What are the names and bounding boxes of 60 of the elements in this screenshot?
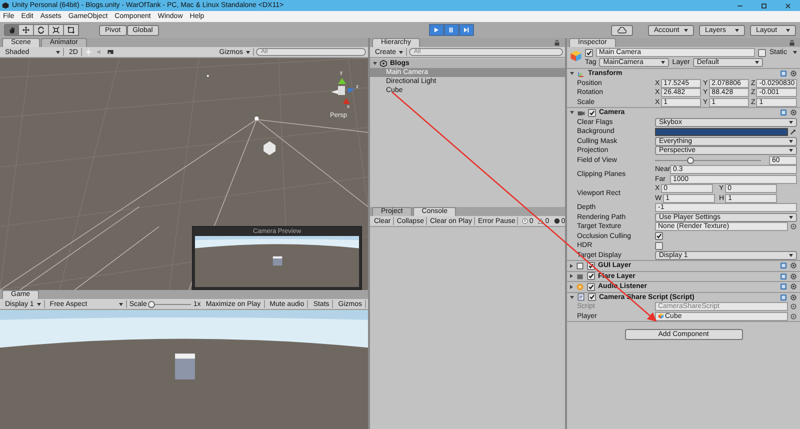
expand-arrow-icon[interactable] <box>570 111 574 114</box>
help-book-icon[interactable] <box>780 109 787 116</box>
checkbox[interactable] <box>758 48 766 56</box>
checkbox[interactable] <box>655 232 663 240</box>
eyedropper-icon[interactable] <box>790 128 797 136</box>
rect-icon <box>67 26 75 34</box>
cube-icon <box>570 50 582 62</box>
expand-arrow-icon[interactable] <box>570 274 573 278</box>
checkbox[interactable] <box>588 293 596 302</box>
scale-icon <box>52 26 60 34</box>
checkbox[interactable] <box>588 108 596 117</box>
move-tool-button[interactable] <box>19 24 34 36</box>
rect-tool-button[interactable] <box>64 24 79 36</box>
expand-arrow-icon[interactable] <box>570 264 573 268</box>
expand-arrow-icon[interactable] <box>373 62 377 65</box>
help-book-icon[interactable] <box>780 70 787 78</box>
script-icon <box>577 293 585 302</box>
close-icon[interactable] <box>784 2 792 10</box>
slider-thumb[interactable] <box>148 300 155 308</box>
warning-icon <box>538 218 544 224</box>
step-button[interactable] <box>458 24 474 36</box>
app-logo-icon <box>2 2 9 9</box>
error-icon <box>554 218 560 224</box>
rotate-tool-button[interactable] <box>34 24 49 36</box>
pause-button[interactable] <box>444 24 459 36</box>
expand-arrow-icon[interactable] <box>570 72 574 76</box>
settings-icon[interactable] <box>790 109 797 116</box>
speaker-icon <box>576 282 584 291</box>
slider-thumb[interactable] <box>686 156 694 164</box>
cloud-button[interactable] <box>611 24 633 36</box>
pause-icon <box>447 26 456 34</box>
maximize-icon[interactable] <box>760 2 768 10</box>
axes-icon <box>577 70 585 78</box>
play-button[interactable] <box>428 24 444 36</box>
unity-scene-icon <box>380 60 387 67</box>
hand-icon <box>8 26 16 34</box>
scale-slider[interactable] <box>148 300 192 308</box>
cloud-icon <box>617 26 627 34</box>
rotate-icon <box>37 26 45 34</box>
step-icon <box>462 26 470 34</box>
checkbox[interactable] <box>585 48 593 56</box>
lock-icon[interactable] <box>789 40 795 46</box>
settings-icon[interactable] <box>790 70 797 78</box>
play-icon <box>432 26 440 34</box>
scale-tool-button[interactable] <box>49 24 64 36</box>
move-icon <box>22 26 30 34</box>
camera-icon <box>577 108 585 117</box>
expand-arrow-icon[interactable] <box>570 284 573 289</box>
checkbox[interactable] <box>655 242 663 250</box>
color-field[interactable] <box>655 128 788 136</box>
info-icon <box>522 218 528 224</box>
expand-arrow-icon[interactable] <box>570 296 574 299</box>
target-icon[interactable] <box>790 223 797 230</box>
caret-icon[interactable] <box>793 51 797 54</box>
checkbox[interactable] <box>587 282 595 291</box>
checkbox[interactable] <box>587 272 595 280</box>
hand-tool-button[interactable] <box>4 24 19 36</box>
image-icon[interactable] <box>106 48 115 56</box>
cube-icon <box>658 313 664 320</box>
lock-icon[interactable] <box>554 40 560 46</box>
